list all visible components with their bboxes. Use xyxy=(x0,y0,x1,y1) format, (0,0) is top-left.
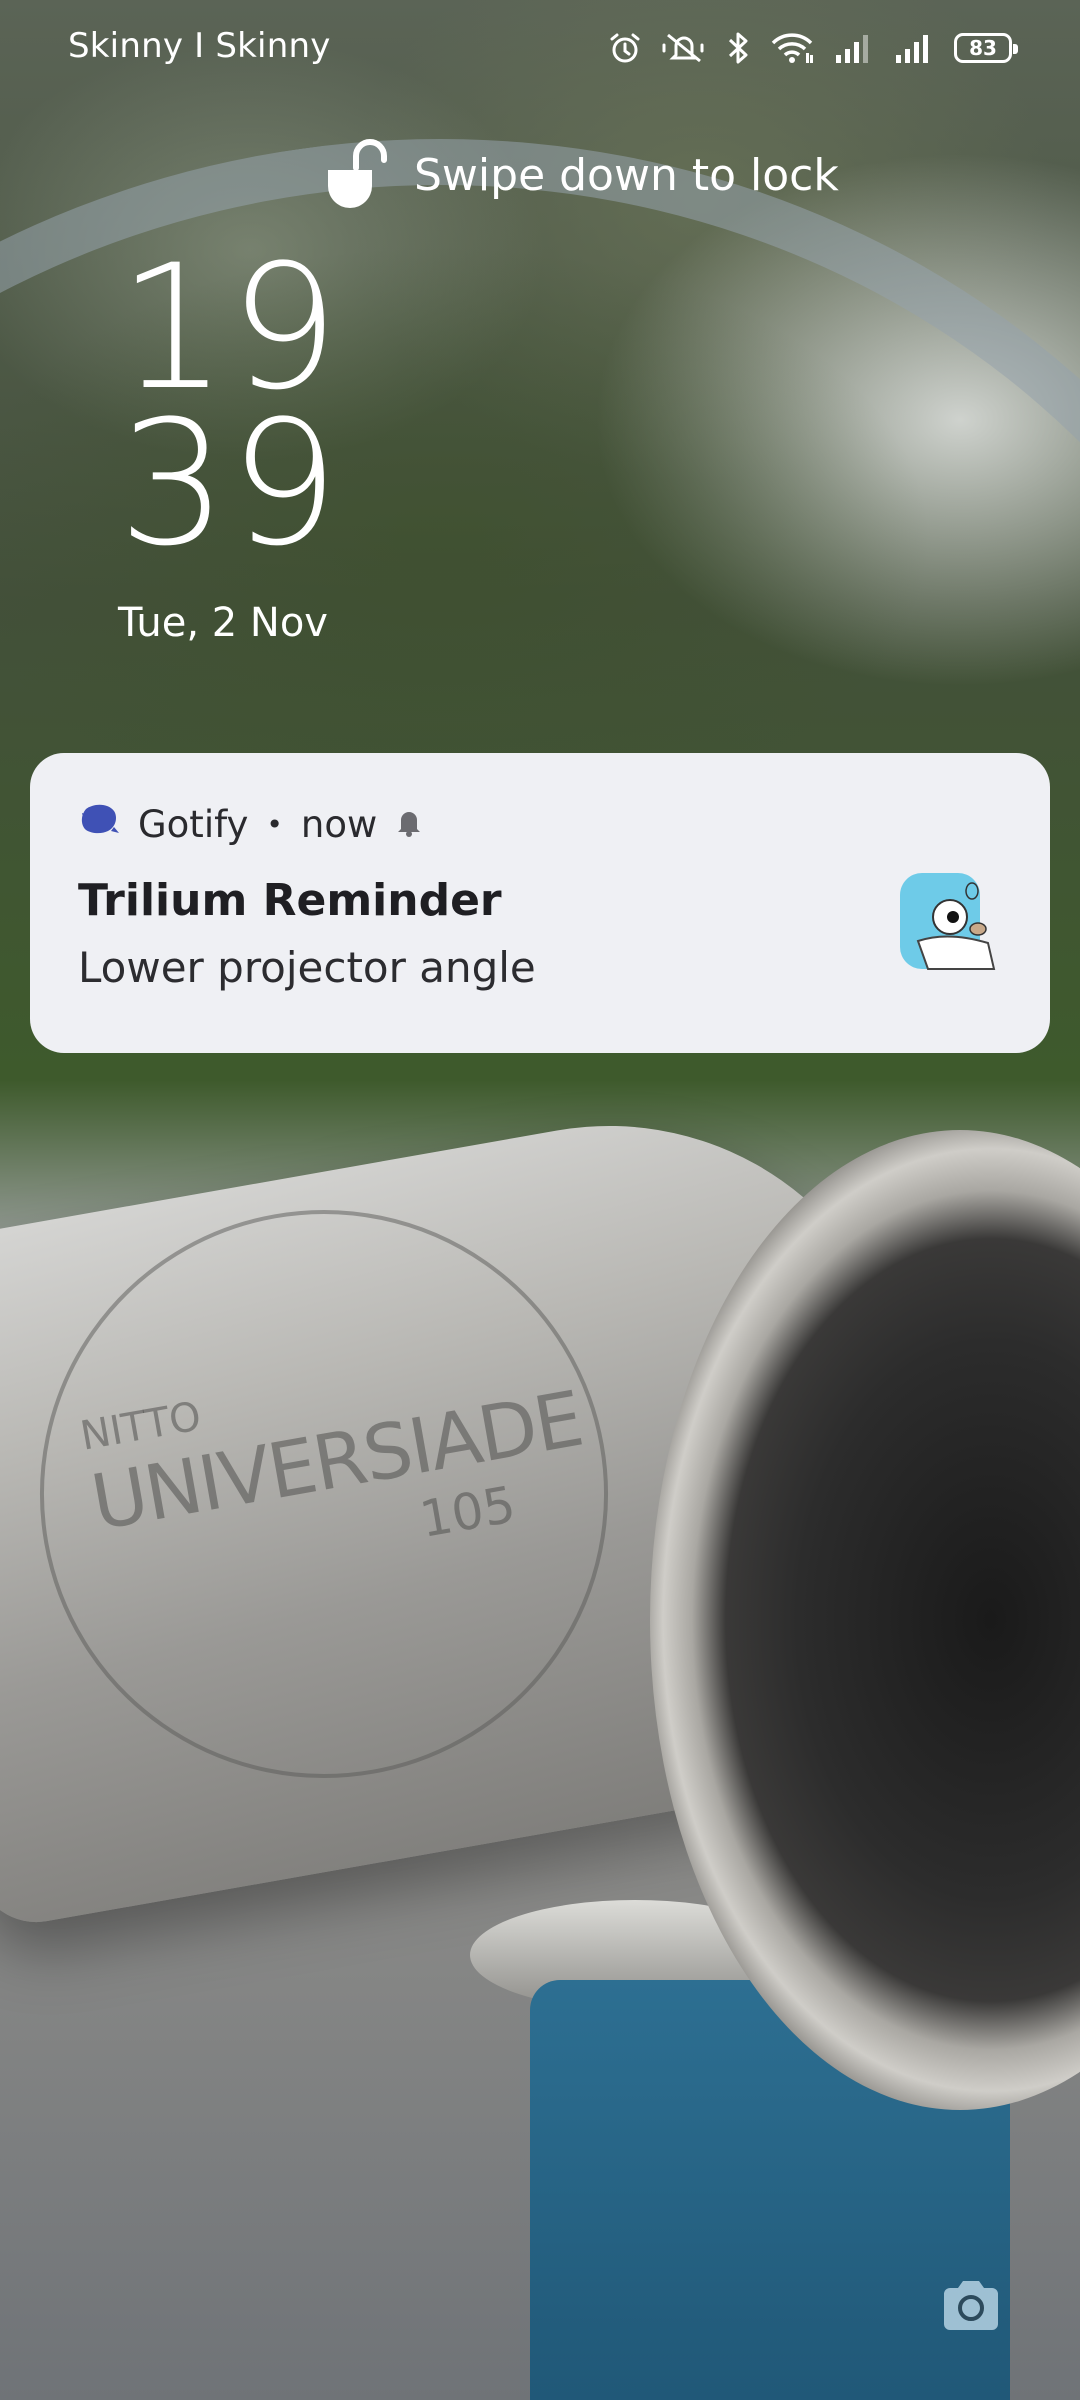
notification-body: Lower projector angle xyxy=(78,943,536,992)
swipe-lock-text: Swipe down to lock xyxy=(414,149,839,201)
swipe-lock-hint[interactable]: Swipe down to lock xyxy=(326,138,839,212)
lockscreen-date: Tue, 2 Nov xyxy=(118,600,328,646)
alarm-icon xyxy=(608,31,642,65)
notification-card[interactable]: Gotify • now Trilium Reminder Lower proj… xyxy=(30,753,1050,1053)
notification-header: Gotify • now xyxy=(80,803,423,846)
mute-icon xyxy=(662,31,706,65)
notification-title: Trilium Reminder xyxy=(78,875,502,926)
status-icons: 83 xyxy=(608,24,1018,72)
lockscreen-clock: 19 39 xyxy=(118,242,341,584)
camera-icon[interactable] xyxy=(940,2278,1002,2334)
header-separator: • xyxy=(266,808,283,841)
battery-icon: 83 xyxy=(954,33,1018,63)
bluetooth-icon xyxy=(726,31,750,65)
signal-icon-2 xyxy=(894,31,934,65)
battery-level: 83 xyxy=(969,36,997,60)
notification-time: now xyxy=(300,803,378,846)
status-bar: Skinny I Skinny 83 xyxy=(0,0,1080,96)
unlock-icon xyxy=(326,138,392,212)
bell-icon xyxy=(395,803,423,846)
notification-app-name: Gotify xyxy=(138,803,249,846)
clock-minute: 39 xyxy=(118,383,341,584)
signal-icon xyxy=(834,31,874,65)
gotify-icon xyxy=(80,803,120,846)
wifi-icon xyxy=(770,31,814,65)
carrier-name: Skinny I Skinny xyxy=(68,26,331,66)
gopher-icon xyxy=(898,871,998,971)
